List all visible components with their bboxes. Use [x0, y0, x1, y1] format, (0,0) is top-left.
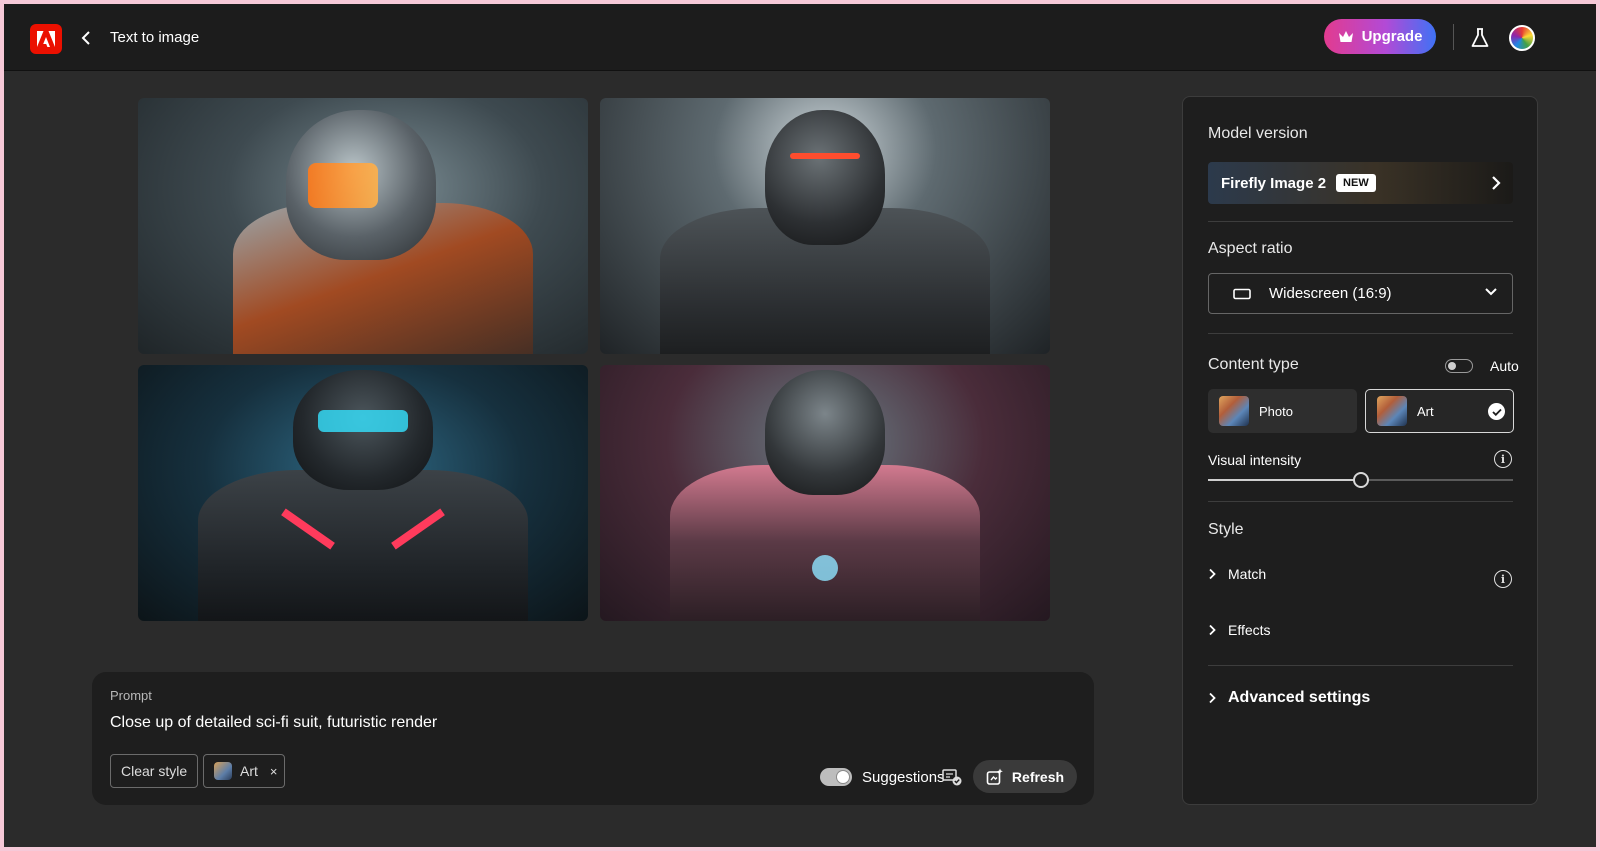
content-type-photo[interactable]: Photo: [1208, 389, 1357, 433]
aspect-ratio-heading: Aspect ratio: [1208, 240, 1293, 257]
refresh-label: Refresh: [1011, 768, 1065, 785]
new-badge: NEW: [1336, 174, 1376, 192]
refresh-sparkle-icon: [986, 768, 1003, 785]
generated-image-4[interactable]: [600, 365, 1050, 621]
art-thumbnail: [214, 762, 232, 780]
model-version-heading: Model version: [1208, 125, 1308, 142]
prompt-label: Prompt: [110, 688, 152, 703]
generated-image-2[interactable]: [600, 98, 1050, 354]
style-heading: Style: [1208, 521, 1244, 538]
info-icon[interactable]: i: [1494, 570, 1512, 588]
art-label: Art: [1417, 403, 1434, 419]
model-name: Firefly Image 2: [1221, 174, 1327, 192]
suggestions-label: Suggestions: [862, 769, 945, 786]
checkmark-icon: [1488, 403, 1505, 420]
effects-expander[interactable]: Effects: [1208, 622, 1271, 638]
effects-label: Effects: [1228, 622, 1271, 638]
photo-thumbnail: [1219, 396, 1249, 426]
style-chip-label: Art: [240, 763, 258, 779]
remove-chip-icon[interactable]: ×: [270, 764, 278, 779]
app-frame: Text to image Upgrade Prompt Close up of…: [4, 4, 1596, 847]
widescreen-icon: [1233, 288, 1251, 299]
upgrade-button[interactable]: Upgrade: [1324, 19, 1436, 54]
generated-image-3[interactable]: [138, 365, 588, 621]
prompt-input[interactable]: Close up of detailed sci-fi suit, futuri…: [110, 714, 437, 732]
photo-label: Photo: [1259, 403, 1293, 419]
suggestions-toggle[interactable]: [820, 768, 852, 786]
aspect-ratio-dropdown[interactable]: Widescreen (16:9): [1208, 273, 1513, 314]
refresh-button[interactable]: Refresh: [973, 760, 1077, 793]
chevron-right-icon: [1209, 568, 1216, 580]
match-label: Match: [1228, 566, 1267, 582]
match-expander[interactable]: Match: [1208, 566, 1266, 582]
back-chevron-icon[interactable]: [76, 26, 96, 50]
user-avatar[interactable]: [1509, 25, 1535, 51]
content-type-heading: Content type: [1208, 356, 1299, 373]
art-thumbnail: [1377, 396, 1407, 426]
aspect-ratio-value: Widescreen (16:9): [1269, 285, 1392, 302]
chevron-right-icon: [1209, 692, 1216, 704]
visual-intensity-slider[interactable]: [1208, 472, 1513, 488]
prompt-panel: Prompt Close up of detailed sci-fi suit,…: [92, 672, 1094, 805]
suggestions-check-icon[interactable]: [942, 768, 962, 786]
top-bar: Text to image Upgrade: [4, 4, 1596, 71]
style-chip-art[interactable]: Art ×: [203, 754, 285, 788]
auto-toggle[interactable]: [1445, 359, 1473, 373]
upgrade-label: Upgrade: [1361, 28, 1423, 45]
model-version-selector[interactable]: Firefly Image 2 NEW: [1208, 162, 1513, 204]
chevron-right-icon: [1209, 624, 1216, 636]
section-divider: [1208, 501, 1513, 502]
clear-style-button[interactable]: Clear style: [110, 754, 199, 788]
slider-handle[interactable]: [1352, 472, 1369, 488]
chevron-down-icon: [1485, 288, 1497, 296]
chevron-right-icon: [1492, 176, 1501, 190]
content-type-art[interactable]: Art: [1365, 389, 1514, 433]
header-divider: [1453, 24, 1454, 50]
advanced-settings-label: Advanced settings: [1228, 689, 1371, 706]
info-icon[interactable]: i: [1494, 450, 1512, 468]
page-title[interactable]: Text to image: [110, 29, 199, 46]
slider-fill: [1208, 479, 1361, 481]
crown-icon: [1338, 31, 1353, 42]
auto-label: Auto: [1490, 358, 1519, 374]
section-divider: [1208, 221, 1513, 222]
adobe-logo-icon[interactable]: [30, 24, 62, 54]
visual-intensity-label: Visual intensity: [1208, 452, 1302, 468]
advanced-settings-expander[interactable]: Advanced settings: [1208, 689, 1370, 707]
section-divider: [1208, 665, 1513, 666]
settings-panel: Model version Firefly Image 2 NEW Aspect…: [1182, 96, 1538, 805]
generated-image-1[interactable]: [138, 98, 588, 354]
section-divider: [1208, 333, 1513, 334]
flask-icon[interactable]: [1468, 26, 1492, 50]
